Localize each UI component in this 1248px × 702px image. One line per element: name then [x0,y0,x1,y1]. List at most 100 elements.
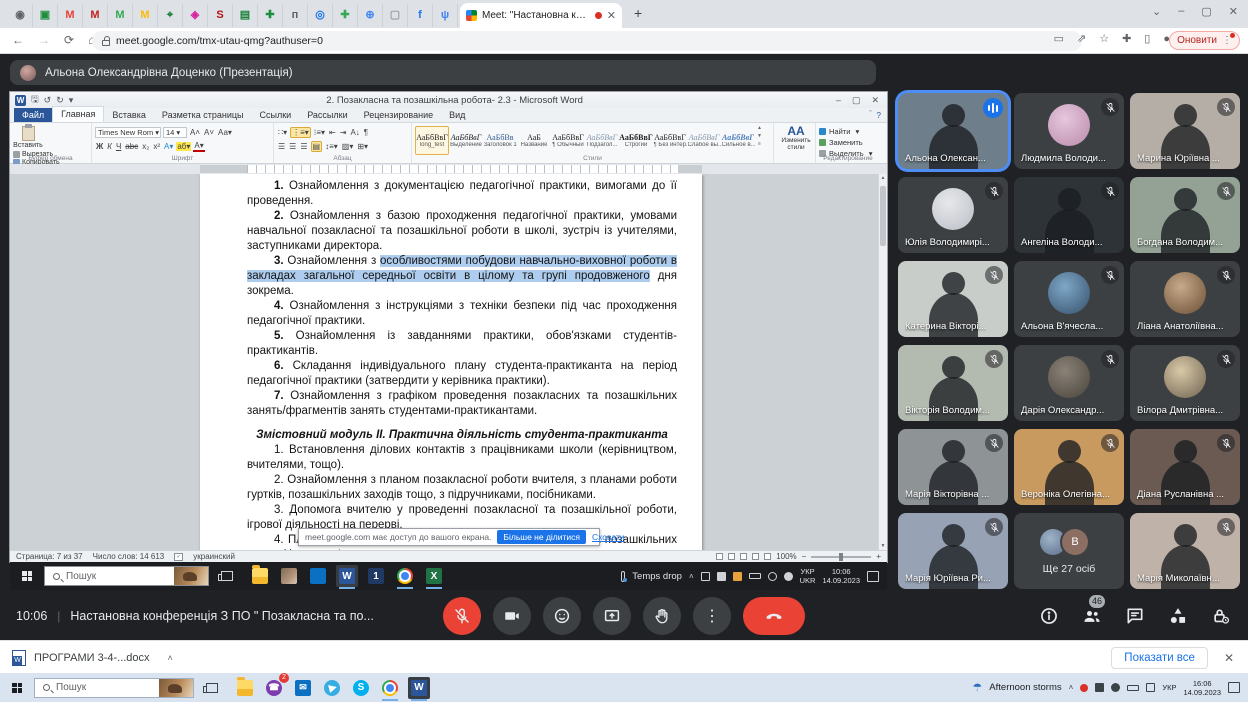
start-button-icon[interactable] [12,683,22,693]
pinned-tab-green-site[interactable]: ▤ [233,4,258,27]
start-button-icon[interactable] [22,571,32,581]
participant-tile[interactable]: Богдана Володим... [1130,177,1240,253]
hide-toast-link[interactable]: Сховати [592,532,625,542]
clock[interactable]: 10:0614.09.2023 [822,567,860,585]
word-close-button[interactable]: ✕ [871,95,879,106]
bold-button[interactable]: Ж [95,142,104,151]
zoom-out-icon[interactable]: − [802,552,807,561]
pinned-tab-blank[interactable]: ▢ [383,4,408,27]
grow-font-button[interactable]: А˄ [189,128,201,137]
more-options-button[interactable]: ⋮ [693,597,731,635]
taskbar-telegram-app-icon[interactable] [321,677,343,699]
pinned-tab-wheel[interactable]: ⊕ [358,4,383,27]
subscript-button[interactable]: x₂ [141,142,150,151]
back-icon[interactable]: ← [12,33,24,47]
line-spacing-button[interactable]: ↕≡▾ [324,142,339,151]
zoom-slider[interactable] [811,556,871,558]
ribbon-tab-Рассылки[interactable]: Рассылки [299,108,355,122]
word-minimize-button[interactable]: – [836,95,841,106]
taskbar-viber-app-icon[interactable]: ☎2 [263,677,285,699]
taskbar-search-input[interactable]: Пошук [44,566,209,586]
mic-tray-icon[interactable] [717,572,726,581]
action-center-icon[interactable] [867,571,879,582]
word-count[interactable]: Число слов: 14 613 [93,552,165,561]
camera-button[interactable] [493,597,531,635]
host-controls-button[interactable] [1210,605,1232,627]
ribbon-tab-Главная[interactable]: Главная [52,106,104,122]
taskbar-skype-app-icon[interactable]: S [350,677,372,699]
taskbar-word-app-icon[interactable]: W [336,565,358,587]
underline-button[interactable]: Ч [115,142,122,151]
close-download-bar-icon[interactable]: ✕ [1224,651,1234,665]
chat-button[interactable] [1124,605,1146,627]
ribbon-tab-Вид[interactable]: Вид [441,108,473,122]
recording-icon[interactable] [1080,684,1088,692]
participants-button[interactable]: 46 [1081,605,1103,627]
taskbar-app-one-icon[interactable]: 1 [365,565,387,587]
participant-tile[interactable]: Катерина Вікторі... [898,261,1008,337]
search-highlight-horse-image[interactable] [174,567,208,585]
scrollbar-thumb[interactable] [880,186,886,246]
increase-indent-button[interactable]: ⇥ [339,128,348,137]
maximize-button[interactable]: ▢ [1201,5,1211,18]
update-chrome-button[interactable]: Оновити ⋮ [1169,31,1240,50]
minimize-button[interactable]: – [1178,5,1184,18]
participant-tile[interactable]: Ліана Анатоліївна... [1130,261,1240,337]
show-all-downloads-button[interactable]: Показати все [1111,647,1208,669]
pinned-tab-gmail-4[interactable]: M [133,4,158,27]
align-left-button[interactable]: ☰ [277,142,286,151]
network-icon[interactable] [768,572,777,581]
raise-hand-button[interactable] [643,597,681,635]
task-view-icon[interactable] [221,571,233,581]
scroll-up-icon[interactable]: ▲ [879,175,887,181]
change-case-button[interactable]: Аа▾ [217,128,233,137]
styles-gallery-scroll[interactable]: ▲▼≡ [755,125,764,147]
volume-icon[interactable] [1111,683,1120,692]
align-center-button[interactable]: ☰ [288,142,297,151]
download-item[interactable]: ПРОГРАМИ 3-4-...docx ˄ [12,641,173,674]
replace-button[interactable]: Заменить [819,138,877,147]
decrease-indent-button[interactable]: ⇤ [328,128,337,137]
participant-tile[interactable]: Вікторія Володим... [898,345,1008,421]
close-tab-icon[interactable]: ✕ [607,9,616,22]
taskbar-photos-app-icon[interactable] [278,565,300,587]
pinned-tab-s[interactable]: S [208,4,233,27]
horizontal-ruler[interactable] [10,164,887,174]
participant-tile[interactable]: Марина Юріївна ... [1130,93,1240,169]
pinned-tab-sheets[interactable]: ✚ [258,4,283,27]
pinned-tab-gmail-2[interactable]: M [83,4,108,27]
participant-tile[interactable]: Ангеліна Володи... [1014,177,1124,253]
participant-tile[interactable]: ВЩе 27 осіб [1014,513,1124,589]
font-name-select[interactable]: Times New Rom ▾ [95,127,161,138]
style-Название[interactable]: АаБНазвание [517,126,551,155]
participant-tile[interactable]: Юлія Володимирі... [898,177,1008,253]
view-fullscreen-icon[interactable] [728,553,735,560]
find-button[interactable]: Найти ▾ [819,127,877,136]
participant-tile[interactable]: Людмила Володи... [1014,93,1124,169]
participant-tile[interactable]: Марія Вікторівна ... [898,429,1008,505]
zoom-in-icon[interactable]: + [876,552,881,561]
display-icon[interactable] [701,572,710,581]
redo-icon[interactable]: ↻ [56,95,64,106]
close-window-button[interactable]: ✕ [1229,5,1238,18]
save-icon[interactable]: 🖫 [31,92,39,108]
activities-button[interactable] [1167,605,1189,627]
weather-text[interactable]: Temps drop [632,571,682,582]
taskbar-word-app-icon[interactable]: W [408,677,430,699]
view-web-icon[interactable] [740,553,747,560]
style-Выделение[interactable]: АаБбВвГВыделение [449,126,483,155]
show-marks-button[interactable]: ¶ [363,128,369,137]
ribbon-tab-Рецензирование[interactable]: Рецензирование [356,108,442,122]
pinned-tab-camera[interactable]: ◉ [8,4,33,27]
shading-button[interactable]: ▨▾ [341,142,355,151]
participant-tile[interactable]: Вілора Дмитрівна... [1130,345,1240,421]
search-highlight-horse-image[interactable] [159,679,193,697]
change-styles-button[interactable]: АА Изменить стили [777,125,815,151]
view-outline-icon[interactable] [752,553,759,560]
battery-icon[interactable] [1127,685,1139,691]
language-switcher[interactable]: УКР [1162,683,1176,692]
pinned-tab-plant[interactable]: ⌖ [158,4,183,27]
borders-button[interactable]: ⊞▾ [356,142,369,151]
cast-icon[interactable]: ▭ [1054,32,1064,45]
download-chevron-icon[interactable]: ˄ [168,653,173,663]
